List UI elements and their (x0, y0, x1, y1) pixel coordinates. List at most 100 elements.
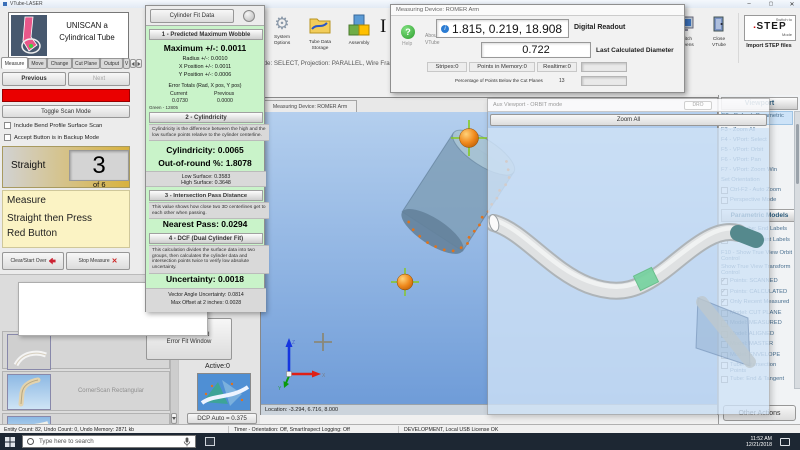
search-placeholder: Type here to search (39, 438, 94, 445)
window-title: VTube-LASER (10, 1, 43, 7)
red-measure-bar (2, 89, 130, 102)
step-of-total: of 6 (93, 180, 106, 189)
tab-scroll-right-icon[interactable] (136, 59, 142, 68)
folder-icon (308, 15, 332, 35)
scroll-down-icon[interactable] (171, 413, 177, 424)
start-button-icon[interactable] (5, 437, 15, 447)
zoom-all-button[interactable]: Zoom All (490, 114, 767, 126)
toggle-scan-mode-button[interactable]: Toggle Scan Mode (2, 105, 130, 118)
bend-profile-checkbox[interactable]: Include Bend Profile Surface Scan (4, 122, 102, 129)
clear-start-over-button[interactable]: Clear/Start Over (2, 252, 64, 270)
fit-panel-round-icon[interactable] (243, 10, 255, 22)
digital-readout-label: Digital Readout (574, 24, 625, 31)
low-surface-value: Low Surface: 0.3583 (146, 172, 266, 180)
aux-viewport-title: Aux Viewport - ORBIT mode (493, 102, 562, 108)
location-readout: Location: -3.294, 6.716, 8.000 (265, 407, 338, 413)
tab-measure[interactable]: Measure (1, 57, 28, 69)
cylindricity-value: Cylindricity: 0.0065 (146, 145, 264, 155)
dro-button[interactable]: DRO (684, 101, 712, 110)
uncertainty-band: Vector Angle Uncertainty: 0.0814 Max Off… (146, 288, 266, 312)
uniscan-title-line1: UNISCAN a (49, 20, 125, 32)
license-status: DEVELOPMENT, Local USB License OK (404, 427, 498, 433)
search-box[interactable]: Type here to search (22, 435, 196, 448)
app-statusbar: Entity Count: 82, Undo Count: 0, Undo Me… (0, 424, 800, 433)
tab-move[interactable]: Move (28, 58, 47, 69)
accept-backup-checkbox[interactable]: Accept Button is in Backup Mode (4, 134, 99, 141)
previous-button[interactable]: Previous (2, 72, 66, 86)
stripes-value-box (581, 62, 627, 72)
aux-viewport-titlebar[interactable]: Aux Viewport - ORBIT mode DRO (488, 99, 769, 112)
tab-output[interactable]: Output (100, 58, 123, 69)
list-item[interactable] (2, 331, 170, 369)
instruction-box: Measure Straight then Press Red Button (2, 190, 130, 248)
clock-date: 12/21/2018 (728, 442, 772, 449)
import-step-button[interactable]: Switch to ▪STEP Mode Import STEP files (738, 13, 799, 63)
next-button[interactable]: Next (68, 72, 130, 86)
dcf-section-header: 4 - DCF (Dual Cylinder Fit) (149, 233, 263, 244)
door-icon (712, 16, 726, 32)
svg-text:Z: Z (292, 340, 295, 346)
microphone-icon[interactable] (183, 437, 191, 447)
corner-scan-thumbnail (7, 374, 51, 410)
maximize-button[interactable]: ▢ (762, 0, 780, 8)
step-number: 3 (69, 150, 129, 181)
diameter-label: Last Calculated Diameter (596, 47, 674, 54)
minimize-button[interactable]: – (740, 0, 758, 8)
vtube-laser-app: VTube-LASER – ▢ ✕ ⚙ SystemOptions Tube D… (0, 0, 800, 450)
wobble-section-header: 1 - Predicted Maximum Wobble (149, 29, 263, 40)
maximum-wobble-value: Maximum +/-: 0.0011 (146, 43, 264, 53)
tab-cut-plane[interactable]: Cut Plane (72, 58, 100, 69)
info-icon: i (441, 25, 449, 33)
dcf-description: This calculation divides the surface dat… (149, 245, 269, 274)
tab-overflow[interactable]: V (123, 58, 130, 69)
step-logo: Switch to ▪STEP Mode (744, 15, 796, 41)
dcp-auto-button[interactable]: DCP Auto = 0.375 (187, 413, 257, 424)
statusbar-divider (398, 426, 399, 433)
corner-scan-item[interactable]: CornerScan Rectangular (2, 371, 170, 411)
clear-arrow-icon (49, 258, 56, 265)
cylinder-fit-panel: Cylinder Fit Data 1 - Predicted Maximum … (145, 5, 265, 312)
device-panel-title: Measuring Device: ROMER Arm (396, 7, 479, 13)
points-in-memory-field: Points in Memory:0 (469, 62, 535, 72)
current-label: Current (170, 91, 187, 97)
checkbox-icon (4, 122, 11, 129)
notification-center-icon[interactable] (780, 438, 790, 446)
aux-viewport-panel: Aux Viewport - ORBIT mode DRO Zoom All (487, 98, 770, 415)
fit-panel-titlebar[interactable]: Cylinder Fit Data (146, 6, 264, 26)
intersection-description: This value shows how close two 3D center… (149, 202, 269, 219)
corner-scan-label: CornerScan Rectangular (53, 372, 169, 410)
close-button[interactable]: ✕ (784, 0, 800, 8)
sidebar-scrollbar[interactable] (794, 111, 800, 389)
system-options-button[interactable]: ⚙ SystemOptions (266, 13, 298, 59)
device-panel-titlebar[interactable]: Measuring Device: ROMER Arm (391, 5, 684, 16)
taskbar-clock[interactable]: 11:52 AM 12/21/2018 (728, 436, 772, 450)
tab-change[interactable]: Change (47, 58, 72, 69)
active-scan-thumbnail[interactable] (197, 373, 251, 411)
tube-data-storage-button[interactable]: Tube DataStorage (302, 13, 338, 59)
windows-taskbar: Type here to search O ✎ CX W ✶ @ ⇄ N C ∧ (0, 433, 800, 450)
radius-value: Radius +/-: 0.0010 (146, 56, 264, 62)
x-position-value: X Position +/-: 0.0011 (146, 64, 264, 70)
assembly-button[interactable]: Assembly (342, 13, 376, 59)
fit-panel-title-button[interactable]: Cylinder Fit Data (150, 9, 234, 23)
cortana-icon (27, 438, 34, 445)
entity-count-status: Entity Count: 82, Undo Count: 0, Undo Me… (4, 427, 134, 433)
statusbar-divider (228, 426, 229, 433)
help-icon[interactable]: ? (401, 25, 415, 39)
text-cursor-tool[interactable]: I (380, 16, 386, 38)
digital-readout-box: i 1.815, 0.219, 18.908 (436, 19, 569, 38)
stop-measure-button[interactable]: Stop Measure ✕ (66, 252, 130, 270)
diameter-value: 0.722 (522, 44, 550, 56)
close-vtube-button[interactable]: CloseVTube (704, 14, 734, 62)
aux-viewport-3d-scene[interactable] (488, 128, 769, 414)
high-surface-value: High Surface: 0.3648 (146, 180, 266, 186)
uncertainty-value: Uncertainty: 0.0018 (146, 274, 264, 284)
nearest-pass-value: Nearest Pass: 0.0294 (146, 219, 264, 229)
step-label: Straight (11, 160, 45, 171)
green-count-note: Green - 12805 (149, 105, 178, 110)
percent-below-value: 13 (559, 78, 565, 84)
task-view-icon[interactable] (205, 437, 215, 446)
y-position-value: Y Position +/-: 0.0006 (146, 72, 264, 78)
stripes-field: Stripes:0 (427, 62, 467, 72)
timer-status: Timer - Orientation: Off, SmartInspect L… (234, 427, 350, 433)
